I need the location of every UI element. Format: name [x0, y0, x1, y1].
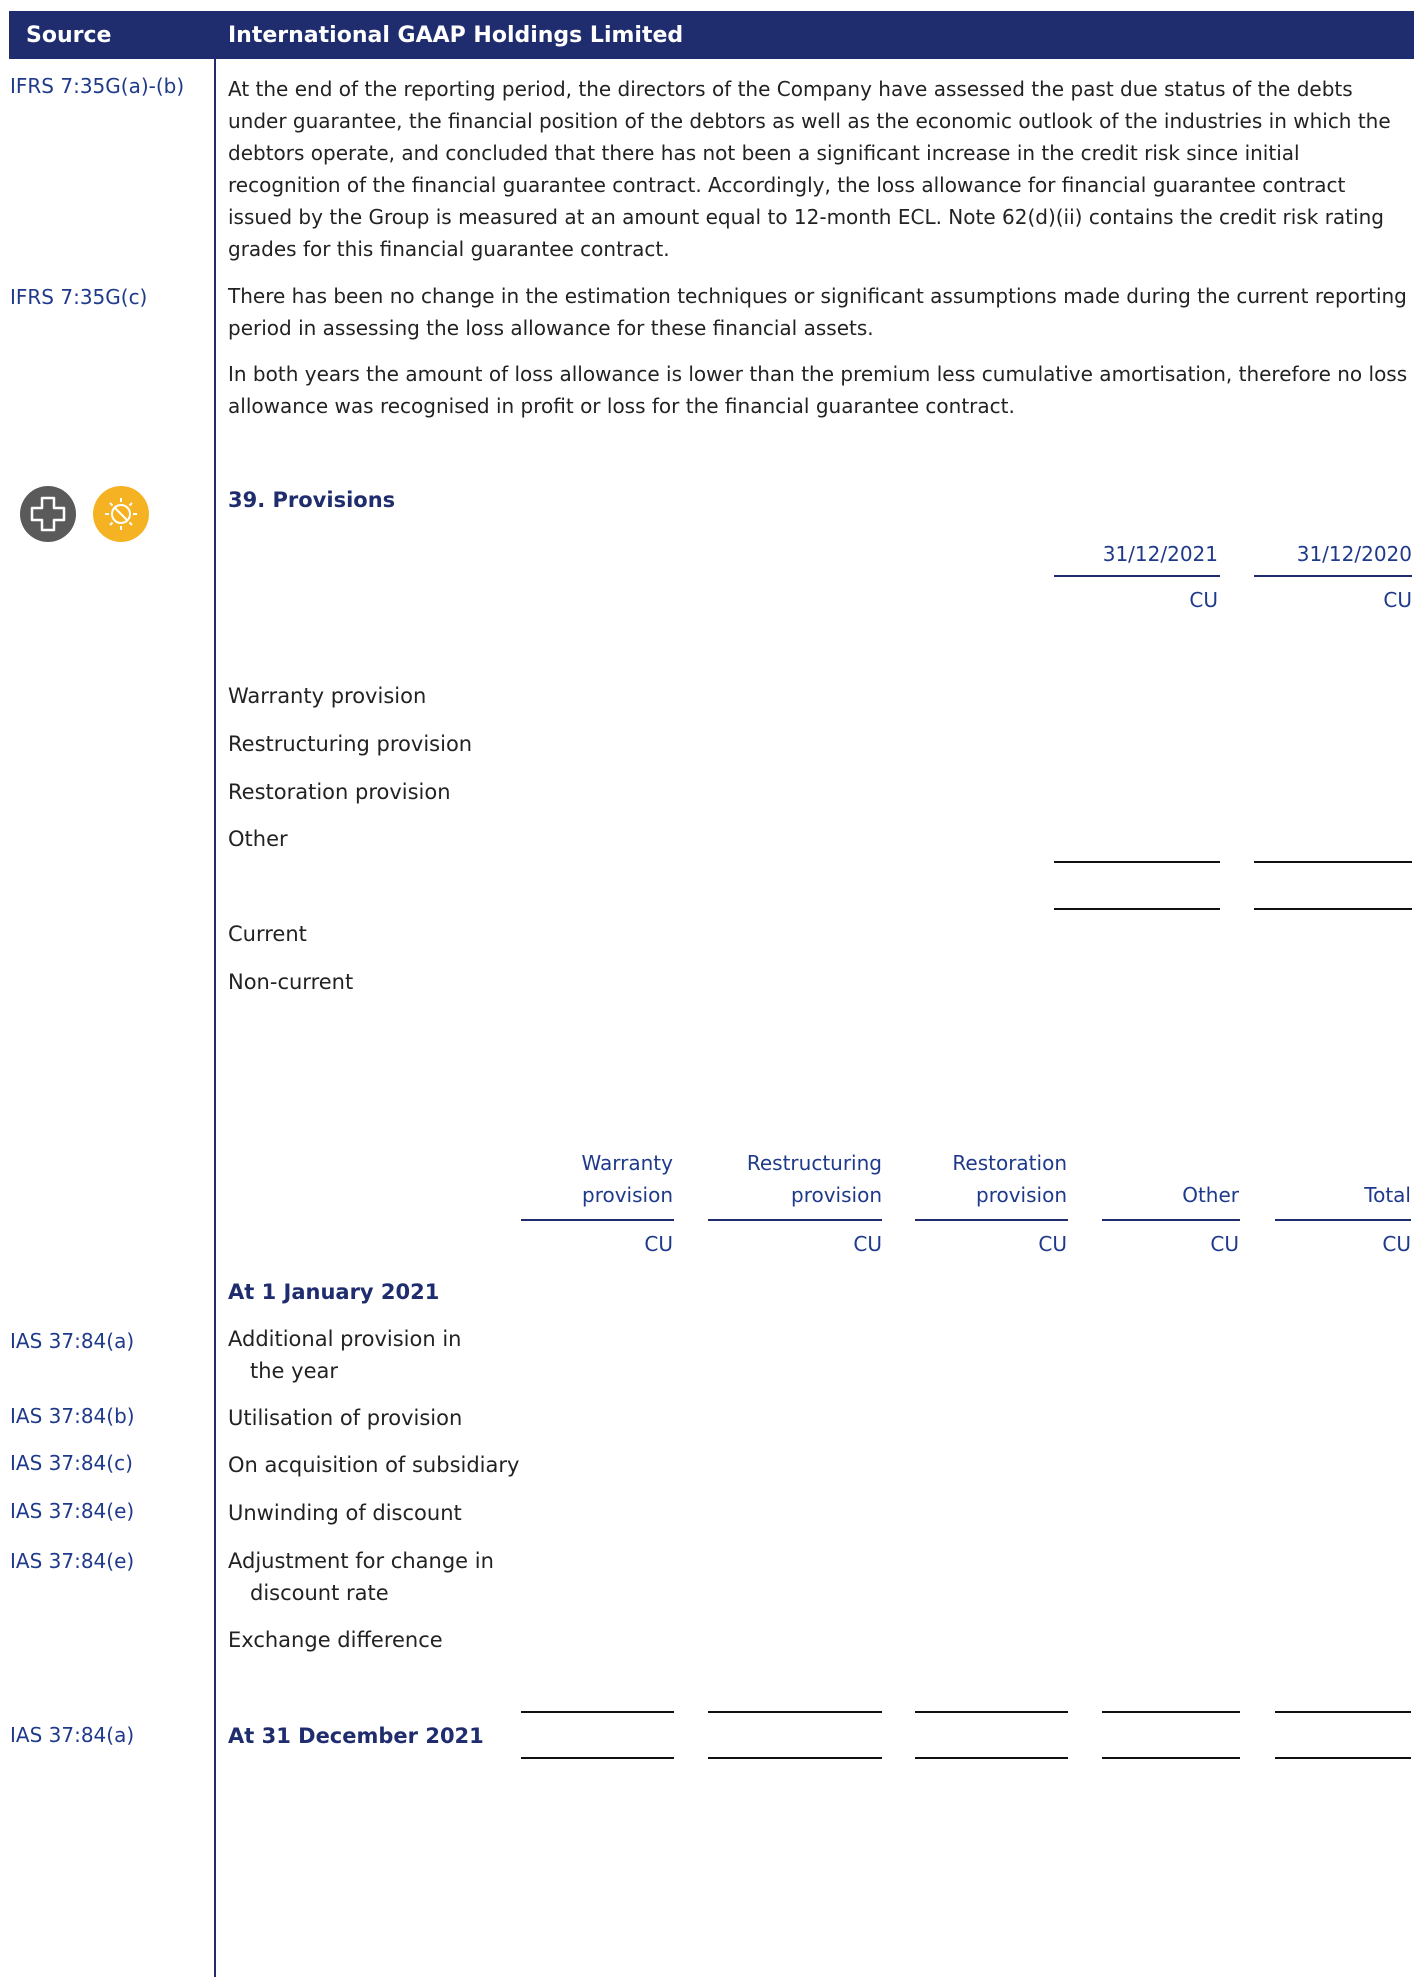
movement-row: Exchange difference	[228, 1628, 443, 1652]
movement-row: Additional provision in the year	[228, 1327, 462, 1383]
paragraph-loss-allowance: In both years the amount of loss allowan…	[228, 362, 1408, 418]
row-label: Warranty provision	[228, 684, 427, 708]
subtotal-line	[1054, 861, 1220, 863]
movement-row: On acquisition of subsidiary	[228, 1453, 520, 1477]
column-unit: CU	[853, 1232, 882, 1256]
total-line	[915, 1757, 1068, 1759]
note-title: 39. Provisions	[228, 488, 396, 512]
subtotal-line	[915, 1711, 1068, 1713]
source-ref: IAS 37:84(e)	[10, 1549, 135, 1573]
column-underline	[1102, 1219, 1240, 1221]
sun-no-sign-icon	[93, 486, 149, 542]
source-ref: IFRS 7:35G(c)	[10, 285, 148, 309]
column-header-2020: 31/12/2020	[1296, 542, 1412, 566]
table-header-bar: Source International GAAP Holdings Limit…	[9, 11, 1414, 59]
column-header-total: Total	[1364, 1183, 1411, 1207]
column-unit: CU	[1038, 1232, 1067, 1256]
movement-row: Unwinding of discount	[228, 1501, 462, 1525]
total-line	[521, 1757, 674, 1759]
row-label: Other	[228, 827, 288, 851]
opening-balance-label: At 1 January 2021	[228, 1280, 440, 1304]
paragraph-estimation: There has been no change in the estimati…	[228, 284, 1407, 340]
subtotal-line	[1102, 1711, 1240, 1713]
column-unit: CU	[1382, 1232, 1411, 1256]
column-header-restoration: Restoration provision	[952, 1151, 1067, 1207]
subtotal-line	[708, 1711, 882, 1713]
total-line	[1054, 908, 1220, 910]
source-ref: IFRS 7:35G(a)-(b)	[10, 74, 185, 98]
column-underline	[521, 1219, 674, 1221]
source-column-header: Source	[26, 23, 112, 48]
row-label: Non-current	[228, 970, 354, 994]
paragraph-credit-risk: At the end of the reporting period, the …	[228, 77, 1391, 261]
column-header-restructuring: Restructuring provision	[746, 1151, 882, 1207]
total-line	[1102, 1757, 1240, 1759]
total-line	[708, 1757, 882, 1759]
column-underline	[1054, 575, 1220, 577]
movement-row: Utilisation of provision	[228, 1406, 463, 1430]
row-label: Restoration provision	[228, 780, 451, 804]
closing-balance-label: At 31 December 2021	[228, 1724, 484, 1748]
source-ref: IAS 37:84(c)	[10, 1451, 133, 1475]
subtotal-line	[1254, 861, 1412, 863]
column-underline	[708, 1219, 882, 1221]
source-ref: IAS 37:84(b)	[10, 1404, 135, 1428]
row-label: Current	[228, 922, 307, 946]
row-label: Restructuring provision	[228, 732, 473, 756]
column-unit: CU	[1383, 588, 1412, 612]
subtotal-line	[521, 1711, 674, 1713]
subtotal-line	[1275, 1711, 1411, 1713]
column-unit: CU	[1210, 1232, 1239, 1256]
plus-cross-icon	[20, 486, 76, 542]
total-line	[1254, 908, 1412, 910]
movement-row: Adjustment for change in discount rate	[228, 1549, 494, 1605]
source-ref: IAS 37:84(a)	[10, 1723, 135, 1747]
column-header-other: Other	[1182, 1183, 1239, 1207]
column-underline	[915, 1219, 1068, 1221]
column-header-warranty: Warranty provision	[581, 1151, 673, 1207]
company-name-header: International GAAP Holdings Limited	[228, 23, 684, 48]
column-unit: CU	[1189, 588, 1218, 612]
total-line	[1275, 1757, 1411, 1759]
column-underline	[1275, 1219, 1411, 1221]
source-ref: IAS 37:84(e)	[10, 1499, 135, 1523]
column-divider	[214, 59, 216, 1977]
source-ref: IAS 37:84(a)	[10, 1329, 135, 1353]
column-unit: CU	[644, 1232, 673, 1256]
column-underline	[1254, 575, 1412, 577]
column-header-2021: 31/12/2021	[1102, 542, 1218, 566]
